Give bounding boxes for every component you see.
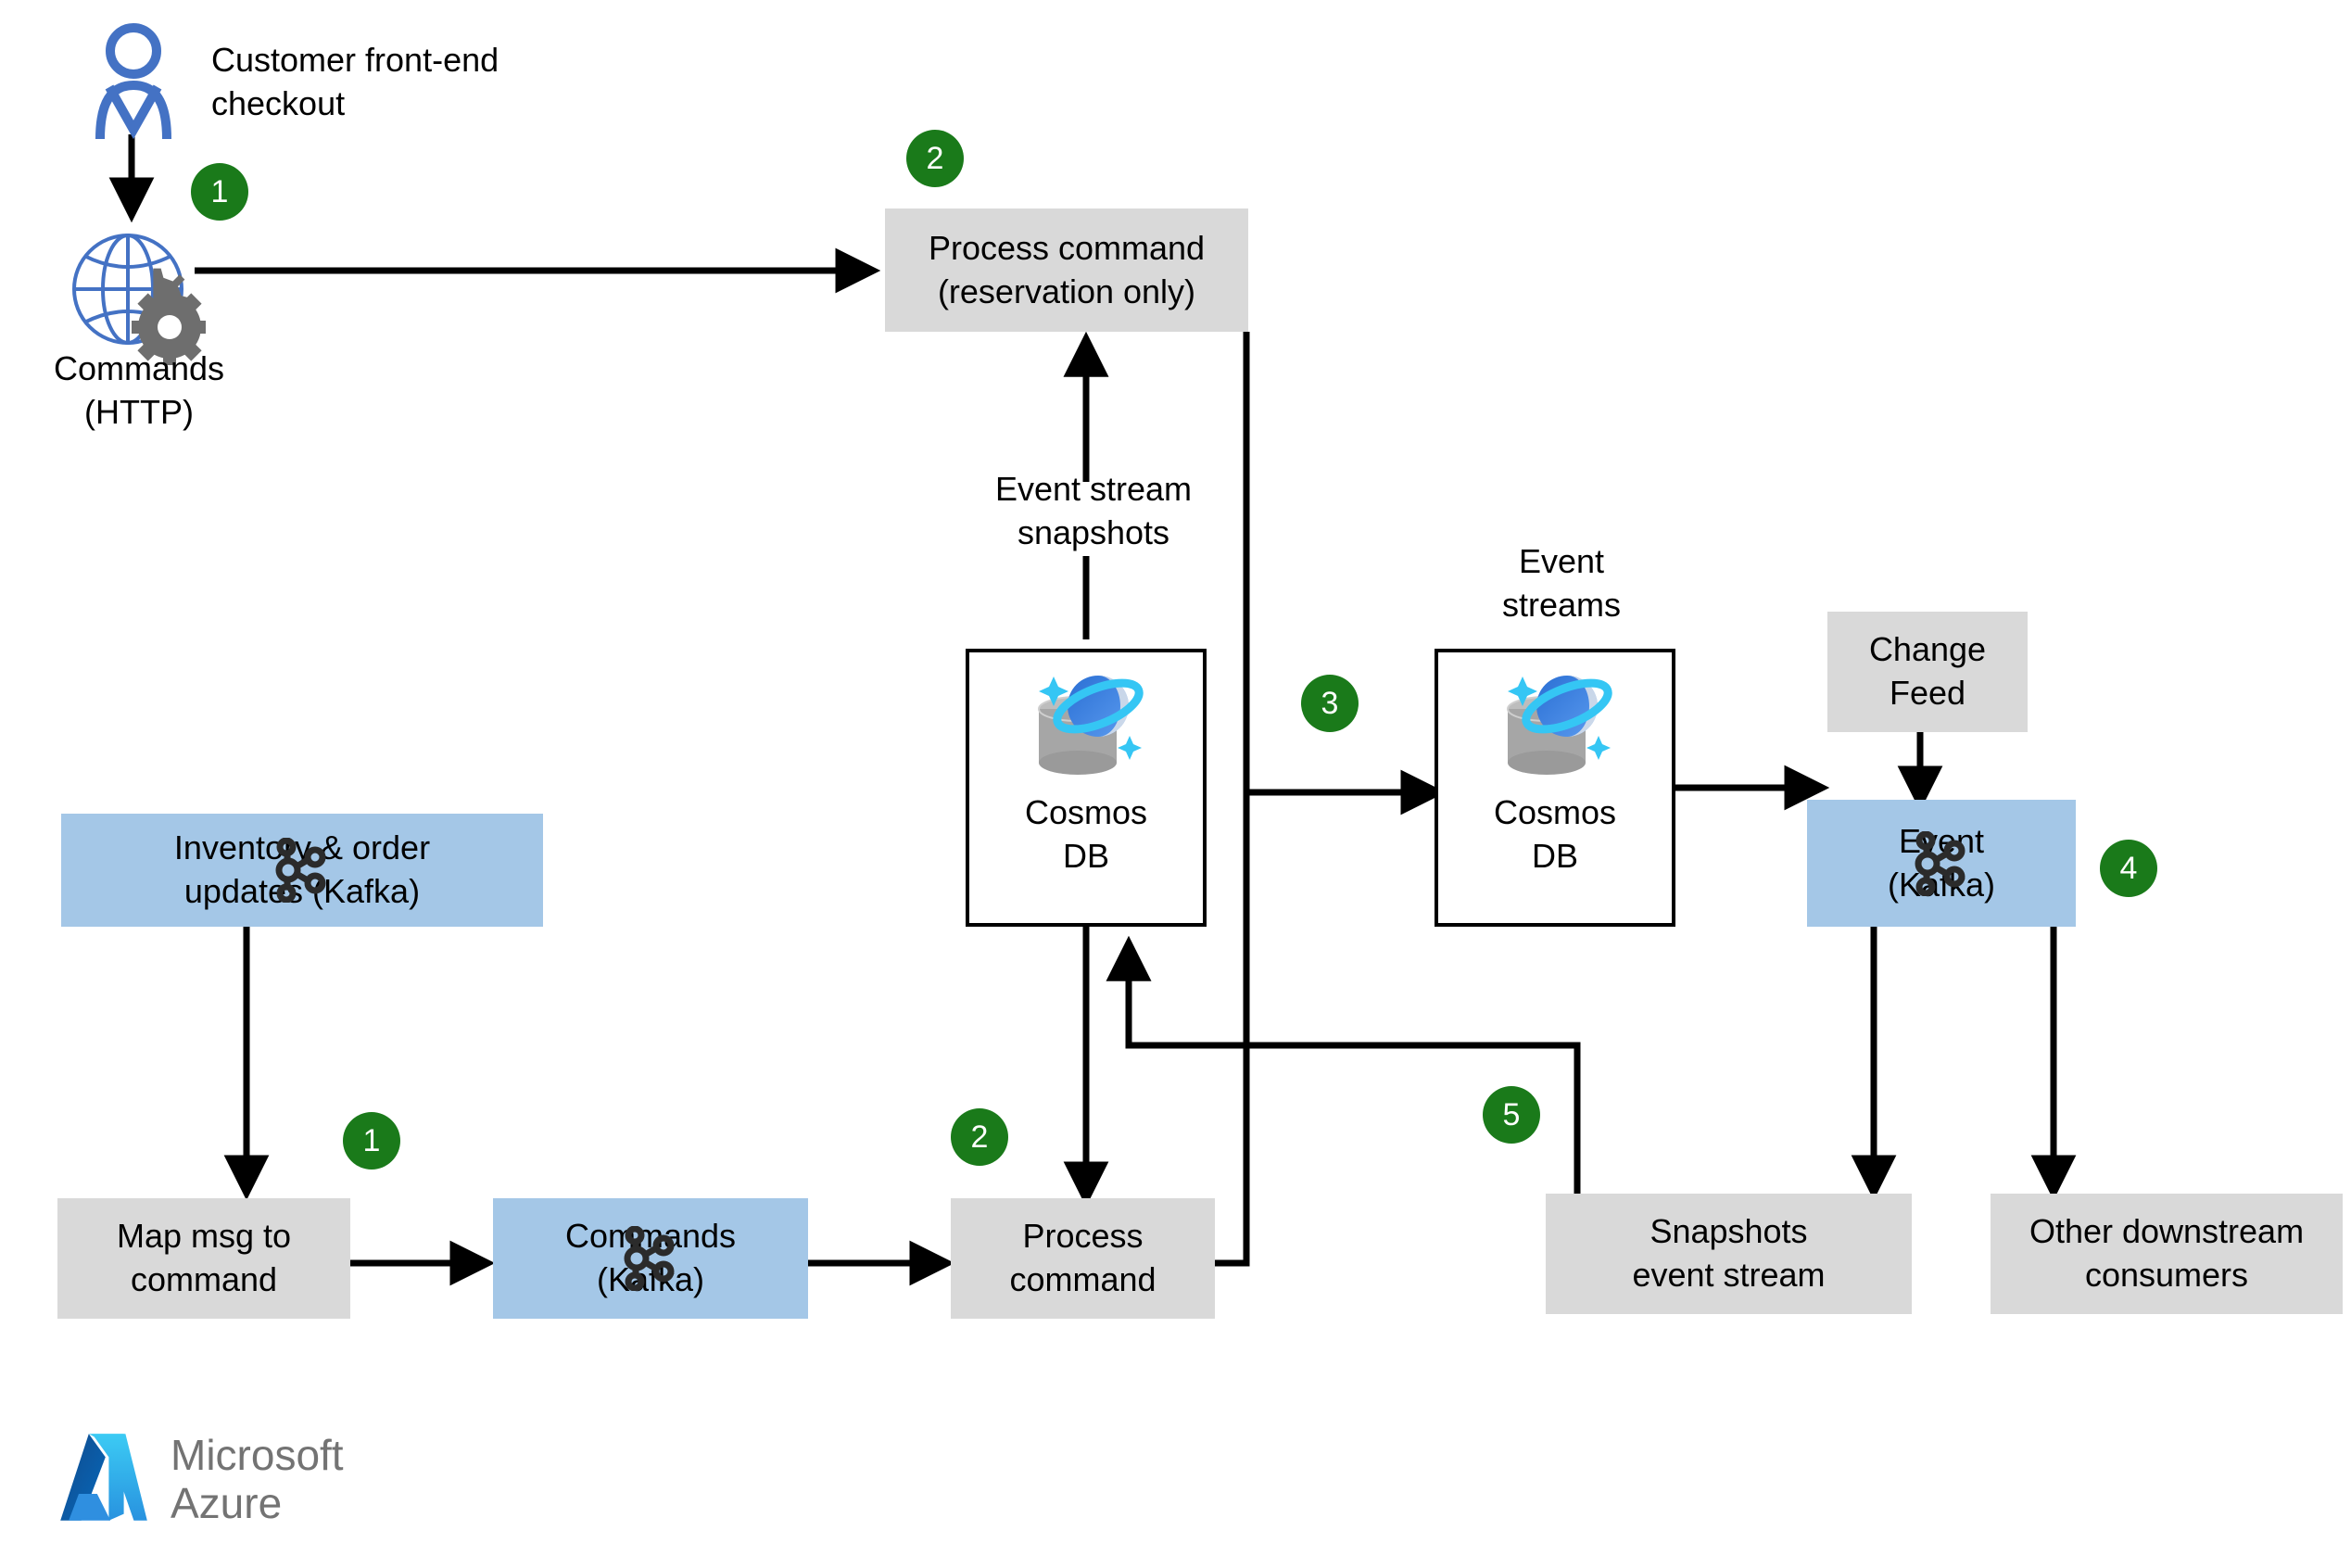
node-process-command-label: Process command <box>1009 1217 1157 1298</box>
cosmos-db-icon <box>1017 665 1156 786</box>
node-process-command-reservation-label: Process command (reservation only) <box>928 228 1206 310</box>
node-cosmos-db-snapshots-label: Cosmos DB <box>1024 793 1148 875</box>
cosmos-db-icon <box>1485 665 1624 786</box>
marker-4-event-kafka: 4 <box>2100 840 2157 897</box>
node-other-downstream-consumers-label: Other downstream consumers <box>2029 1212 2305 1294</box>
marker-2-reservation: 2 <box>906 130 964 187</box>
kafka-icon <box>1912 830 1971 896</box>
azure-logo-icon <box>54 1427 154 1532</box>
node-map-msg-to-command[interactable]: Map msg to command <box>57 1198 350 1319</box>
kafka-icon <box>621 1225 680 1292</box>
azure-logo-text: Microsoft Azure <box>171 1430 344 1527</box>
node-commands-kafka[interactable]: Commands (Kafka) <box>493 1198 808 1319</box>
marker-1-kafka-path: 1 <box>343 1112 400 1170</box>
node-inventory-order-updates[interactable]: Inventory & order updates (Kafka) <box>61 814 543 927</box>
node-other-downstream-consumers[interactable]: Other downstream consumers <box>1991 1194 2343 1314</box>
event-streams-label: Event streams <box>1501 542 1622 624</box>
node-map-msg-to-command-label: Map msg to command <box>116 1217 292 1298</box>
node-cosmos-db-event-streams-label: Cosmos DB <box>1493 793 1617 875</box>
customer-frontend-label: Customer front-end checkout <box>211 41 499 122</box>
node-process-command-reservation[interactable]: Process command (reservation only) <box>885 209 1248 332</box>
node-cosmos-db-event-streams[interactable]: Cosmos DB <box>1435 649 1675 927</box>
node-cosmos-db-snapshots[interactable]: Cosmos DB <box>966 649 1207 927</box>
event-stream-snapshots-label: Event stream snapshots <box>994 470 1193 551</box>
marker-5-snapshots: 5 <box>1483 1086 1540 1144</box>
node-process-command[interactable]: Process command <box>951 1198 1215 1319</box>
marker-3-event-streams: 3 <box>1301 675 1359 732</box>
marker-2-process-command: 2 <box>951 1108 1008 1166</box>
person-icon <box>89 20 178 141</box>
node-event-kafka[interactable]: Event (Kafka) <box>1807 800 2076 927</box>
commands-http-label: Commands (HTTP) <box>53 349 225 431</box>
azure-logo-company: Microsoft <box>171 1430 344 1479</box>
node-change-feed-label: Change Feed <box>1868 630 1987 712</box>
node-snapshots-event-stream[interactable]: Snapshots event stream <box>1546 1194 1912 1314</box>
node-change-feed[interactable]: Change Feed <box>1827 612 2028 732</box>
azure-logo-product: Azure <box>171 1478 283 1527</box>
marker-1-http: 1 <box>191 163 248 221</box>
diagram-canvas: Customer front-end checkout Commands (HT… <box>0 0 2351 1568</box>
kafka-icon <box>272 837 332 904</box>
node-snapshots-event-stream-label: Snapshots event stream <box>1632 1212 1826 1294</box>
azure-logo: Microsoft Azure <box>54 1427 344 1532</box>
